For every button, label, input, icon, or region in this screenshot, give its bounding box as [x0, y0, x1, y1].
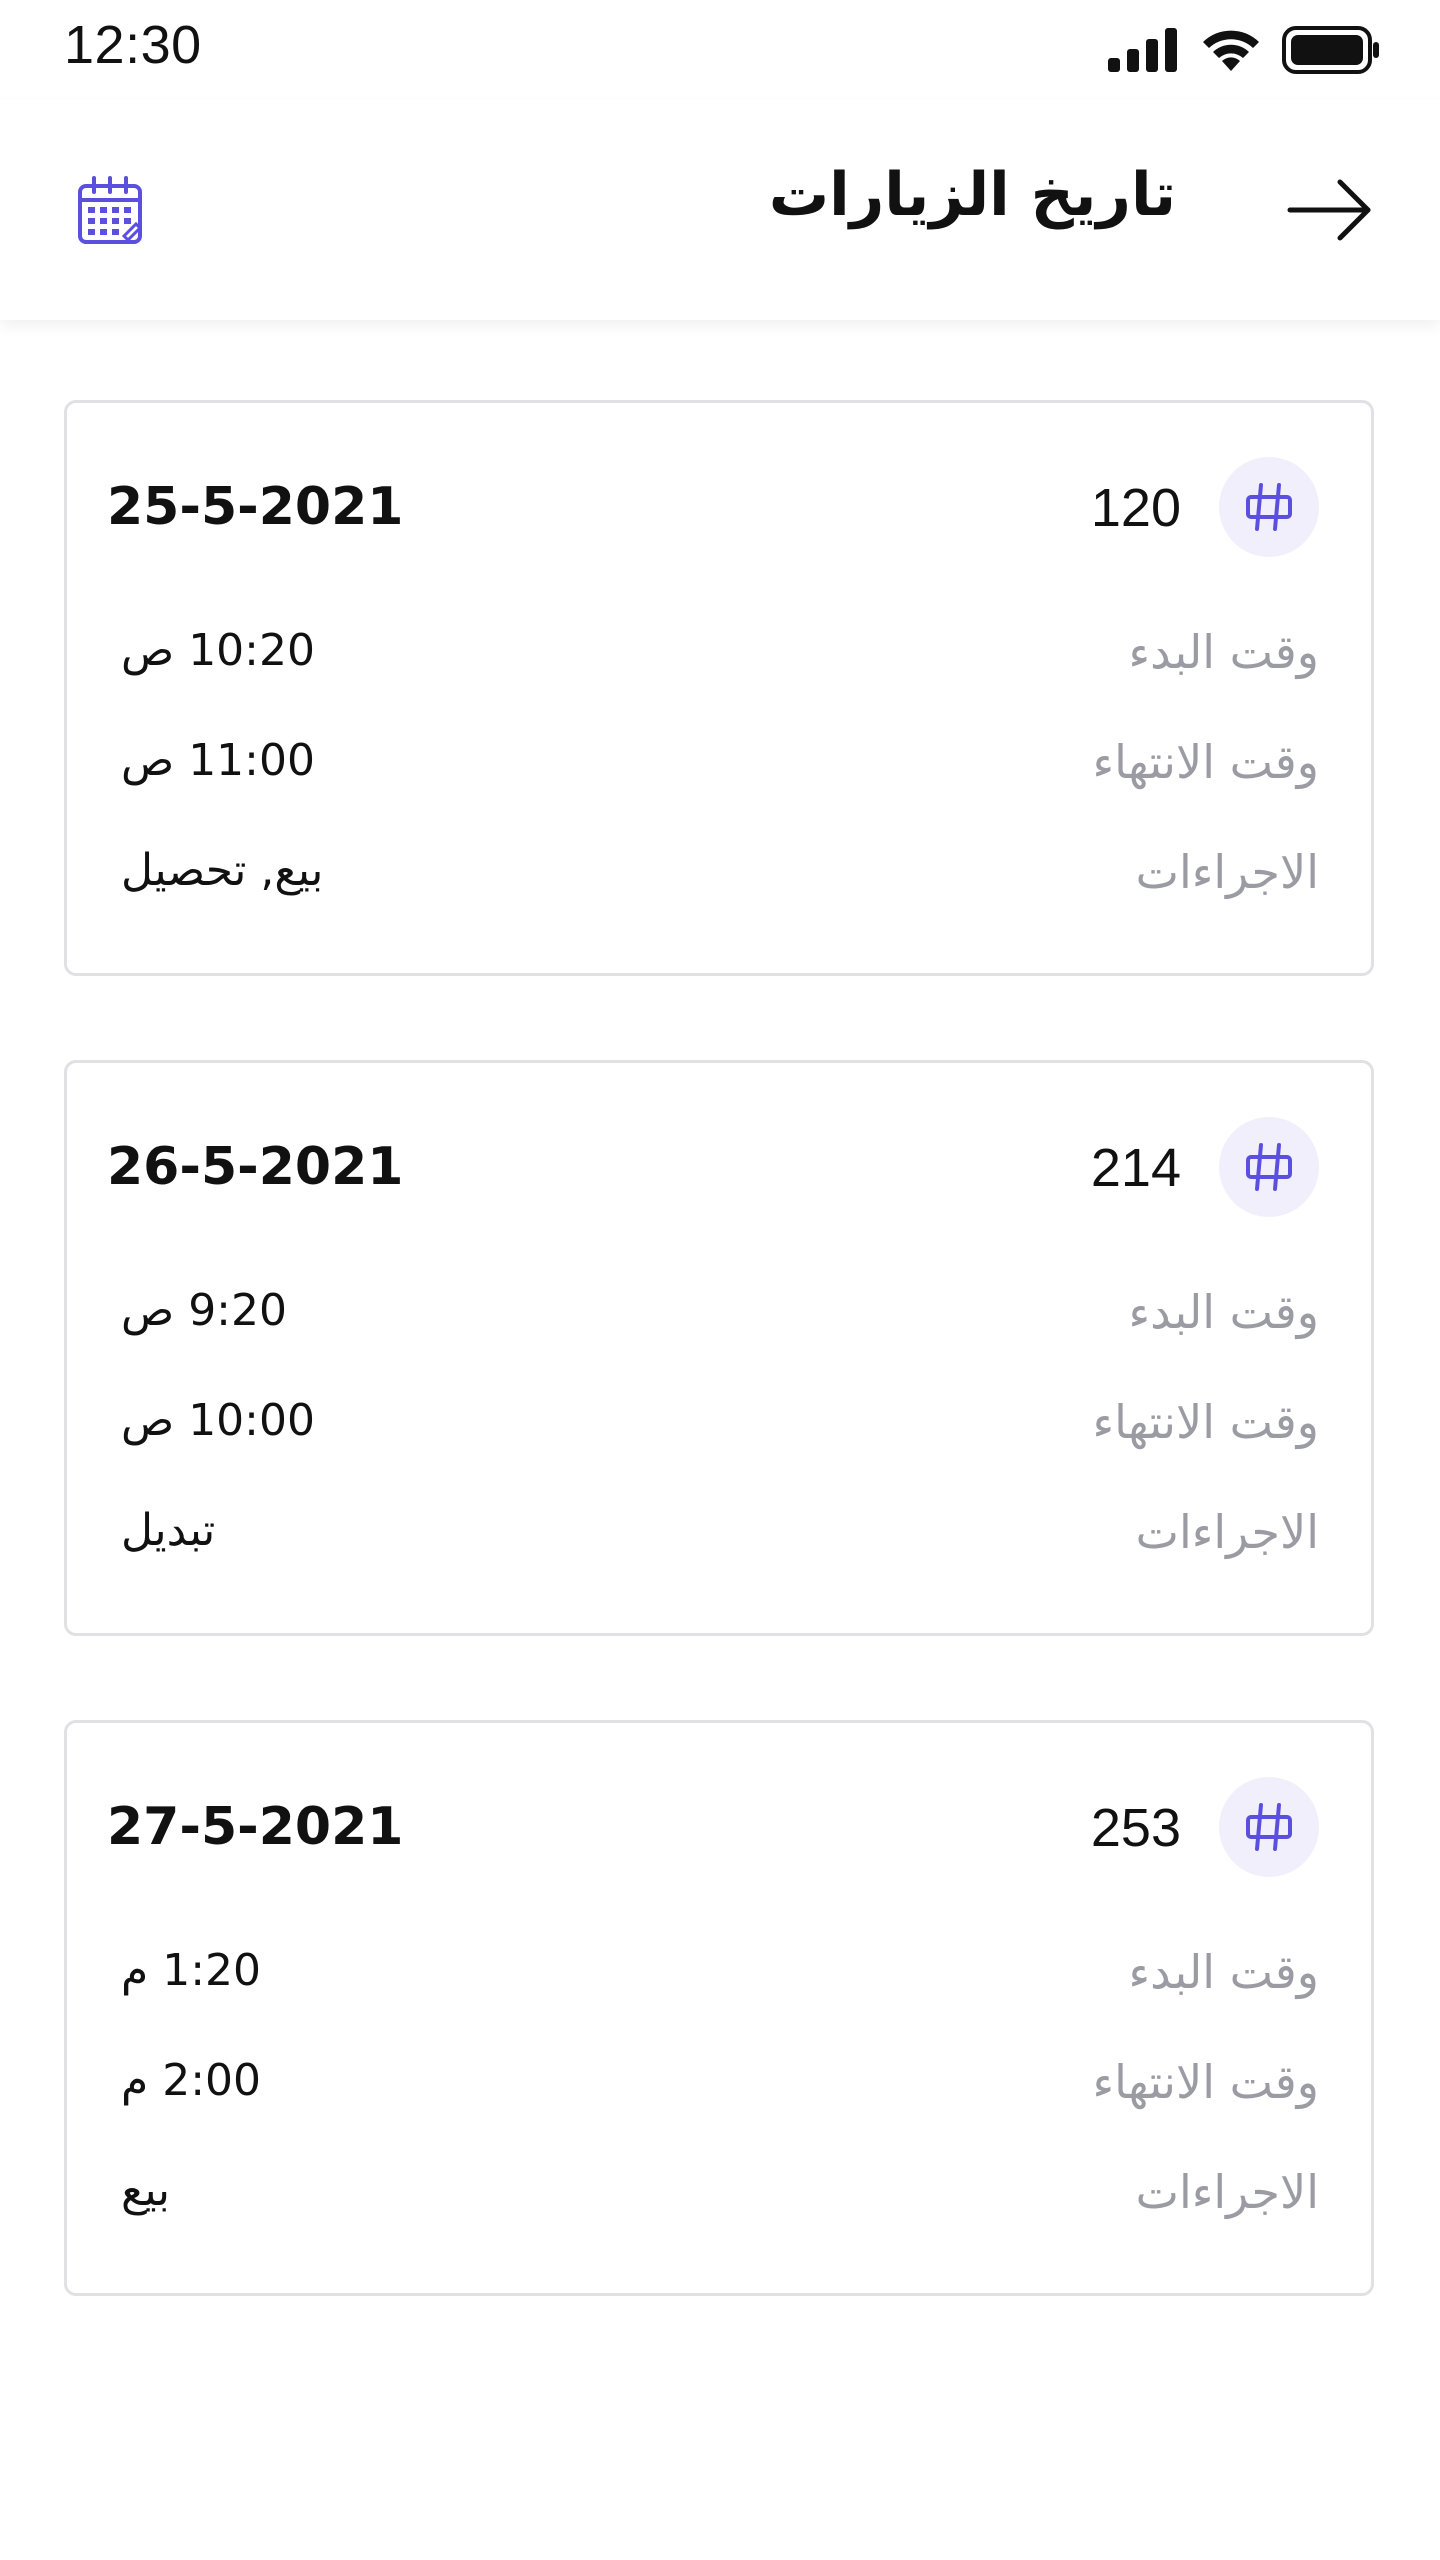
end-time-label: وقت الانتهاء [1092, 2055, 1319, 2109]
battery-icon [1282, 26, 1379, 74]
visit-number: 214 [1090, 1138, 1181, 1198]
hash-icon [1246, 1803, 1292, 1851]
start-time-value: 1:20 م [121, 1945, 262, 1996]
back-button[interactable] [1286, 170, 1374, 250]
calendar-icon [78, 176, 143, 244]
visit-date: 25-5-2021 [107, 477, 404, 537]
actions-value: تبديل [121, 1505, 216, 1556]
start-time-label: وقت البدء [1128, 625, 1319, 679]
start-time-label: وقت البدء [1128, 1285, 1319, 1339]
visit-card[interactable]: 27-5-2021 253 وقت البدء 1:20 م وقت الانت… [64, 1720, 1374, 2296]
page-title: تاريخ الزيارات [768, 160, 1176, 230]
actions-value: بيع, تحصيل [121, 845, 324, 896]
visit-number: 120 [1090, 478, 1181, 538]
status-time: 12:30 [64, 15, 202, 75]
actions-value: بيع [121, 2165, 170, 2216]
visit-date: 27-5-2021 [107, 1797, 404, 1857]
actions-label: الاجراءات [1135, 2165, 1319, 2219]
visit-card[interactable]: 25-5-2021 120 وقت البدء 10:20 ص وقت الان… [64, 400, 1374, 976]
start-time-label: وقت البدء [1128, 1945, 1319, 1999]
end-time-value: 2:00 م [121, 2055, 262, 2106]
visit-card[interactable]: 26-5-2021 214 وقت البدء 9:20 ص وقت الانت… [64, 1060, 1374, 1636]
app-header: تاريخ الزيارات [0, 100, 1440, 320]
actions-label: الاجراءات [1135, 845, 1319, 899]
calendar-button[interactable] [74, 174, 148, 248]
arrow-right-icon [1287, 179, 1371, 241]
signal-icon [1108, 28, 1177, 72]
status-bar: 12:30 [0, 0, 1440, 100]
hash-icon [1246, 1143, 1292, 1191]
end-time-label: وقت الانتهاء [1092, 1395, 1319, 1449]
end-time-label: وقت الانتهاء [1092, 735, 1319, 789]
visit-date: 26-5-2021 [107, 1137, 404, 1197]
hash-icon [1246, 483, 1292, 531]
hash-badge [1219, 1117, 1319, 1217]
hash-badge [1219, 1777, 1319, 1877]
end-time-value: 10:00 ص [121, 1395, 315, 1446]
visit-number: 253 [1090, 1798, 1181, 1858]
end-time-value: 11:00 ص [121, 735, 315, 786]
wifi-icon [1203, 30, 1259, 71]
status-icons [1108, 24, 1380, 76]
start-time-value: 10:20 ص [121, 625, 315, 676]
start-time-value: 9:20 ص [121, 1285, 287, 1336]
hash-badge [1219, 457, 1319, 557]
actions-label: الاجراءات [1135, 1505, 1319, 1559]
